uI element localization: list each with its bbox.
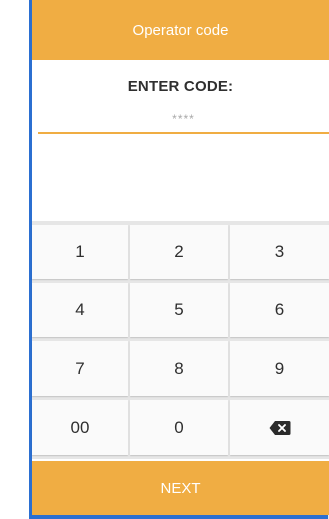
backspace-icon — [269, 420, 290, 435]
key-2[interactable]: 2 — [130, 225, 228, 279]
key-8[interactable]: 8 — [130, 341, 228, 396]
numeric-keypad: 1 2 3 4 5 6 7 8 9 00 0 — [32, 221, 329, 459]
window-border-bottom — [29, 515, 329, 519]
operator-code-dialog: Operator code ENTER CODE: 1 2 3 4 5 6 7 … — [32, 0, 329, 515]
next-button-label: NEXT — [160, 479, 201, 497]
key-6[interactable]: 6 — [230, 283, 329, 337]
key-label: 0 — [174, 417, 184, 437]
key-label: 3 — [274, 242, 285, 261]
key-label: 2 — [174, 242, 184, 261]
key-label: 7 — [75, 358, 85, 378]
key-4[interactable]: 4 — [32, 283, 128, 337]
key-3[interactable]: 3 — [230, 225, 329, 279]
key-9[interactable]: 9 — [230, 341, 329, 396]
key-7[interactable]: 7 — [32, 341, 128, 396]
key-label: 4 — [75, 300, 85, 319]
screen: Operator code ENTER CODE: 1 2 3 4 5 6 7 … — [0, 0, 329, 519]
enter-code-label: ENTER CODE: — [127, 78, 234, 95]
dialog-header: Operator code — [32, 0, 329, 60]
code-input[interactable] — [38, 106, 329, 134]
key-backspace[interactable] — [230, 400, 329, 455]
key-label: 1 — [75, 242, 85, 261]
key-label: 9 — [274, 358, 285, 378]
key-1[interactable]: 1 — [32, 225, 128, 279]
key-label: 00 — [70, 417, 90, 437]
dialog-title: Operator code — [132, 21, 229, 39]
key-00[interactable]: 00 — [32, 400, 128, 455]
key-0[interactable]: 0 — [130, 400, 228, 455]
key-5[interactable]: 5 — [130, 283, 228, 337]
next-button[interactable]: NEXT — [32, 461, 329, 515]
left-margin — [0, 0, 29, 519]
key-label: 5 — [174, 300, 184, 319]
key-label: 8 — [174, 358, 184, 378]
key-label: 6 — [274, 300, 285, 319]
